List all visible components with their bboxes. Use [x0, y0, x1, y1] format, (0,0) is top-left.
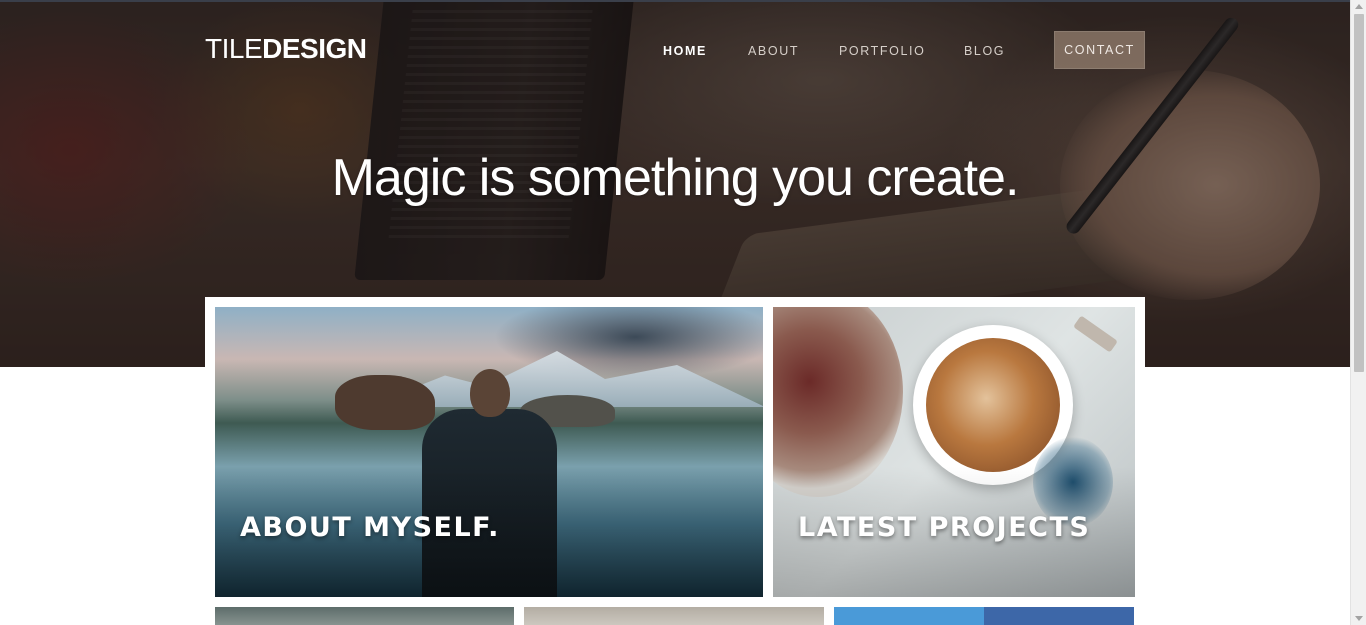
tile-bottom-2[interactable] [524, 607, 824, 625]
nav-about[interactable]: ABOUT [748, 44, 799, 58]
top-border [0, 0, 1350, 2]
tile-about-title: ABOUT MYSELF. [240, 512, 500, 543]
hero-headline: Magic is something you create. [0, 148, 1350, 208]
logo-light-text: TILE [205, 33, 263, 64]
scroll-thumb[interactable] [1354, 14, 1364, 372]
scroll-up-icon[interactable] [1355, 4, 1363, 9]
tile-bottom-3[interactable] [834, 607, 1134, 625]
site-logo[interactable]: TILEDESIGN [205, 33, 367, 65]
hero-headline-text: Magic is something you create. [331, 149, 1020, 207]
logo-bold-text: DESIGN [262, 33, 367, 64]
tile-latest-projects[interactable]: LATEST PROJECTS [773, 307, 1135, 597]
page-scrollbar[interactable] [1350, 0, 1366, 625]
tile-projects-title: LATEST PROJECTS [798, 512, 1091, 543]
tile-bottom-1[interactable] [215, 607, 514, 625]
nav-portfolio[interactable]: PORTFOLIO [839, 44, 925, 58]
contact-button[interactable]: CONTACT [1054, 31, 1145, 69]
scroll-down-icon[interactable] [1355, 616, 1363, 621]
tile-about-myself[interactable]: ABOUT MYSELF. [215, 307, 763, 597]
nav-blog[interactable]: BLOG [964, 44, 1005, 58]
tile-grid: ABOUT MYSELF. LATEST PROJECTS [205, 297, 1145, 625]
nav-home[interactable]: HOME [663, 44, 707, 58]
